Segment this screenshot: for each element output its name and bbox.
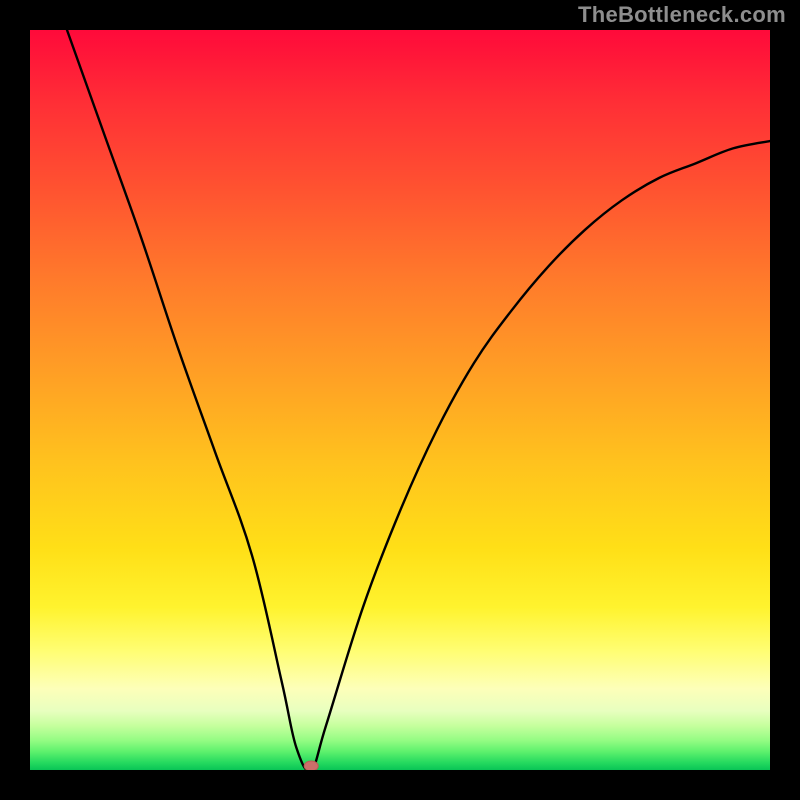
min-marker	[304, 761, 318, 770]
plot-area	[30, 30, 770, 770]
bottleneck-curve	[67, 30, 770, 770]
chart-container: TheBottleneck.com	[0, 0, 800, 800]
curve-layer	[30, 30, 770, 770]
watermark-text: TheBottleneck.com	[578, 2, 786, 28]
